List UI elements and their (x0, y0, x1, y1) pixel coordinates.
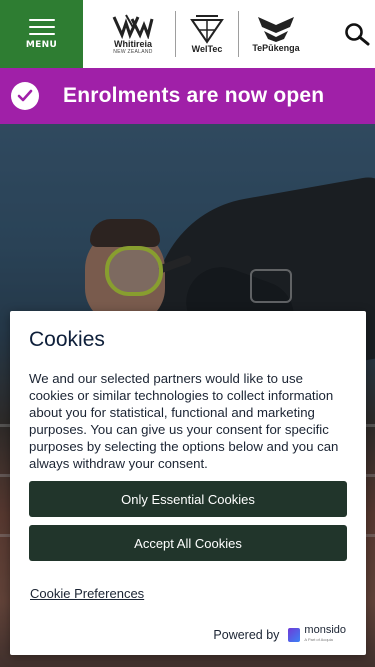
weltec-name: WelTec (191, 44, 223, 54)
weltec-logo[interactable]: WelTec (176, 5, 238, 63)
enrolments-banner[interactable]: Enrolments are now open (0, 68, 375, 124)
tepukenga-logo-icon (258, 17, 294, 42)
monsido-logo[interactable]: monsido A Part of Acquia (288, 624, 346, 644)
monsido-tag: A Part of Acquia (304, 637, 333, 642)
whitireia-logo[interactable]: Whitireia NEW ZEALAND (91, 5, 175, 63)
partner-logos: Whitireia NEW ZEALAND WelTec TePūkenga (83, 0, 339, 68)
banner-text: Enrolments are now open (63, 84, 325, 107)
cookie-body: We and our selected partners would like … (29, 371, 339, 471)
whitireia-logo-icon (112, 14, 154, 39)
powered-by: Powered by monsido A Part of Acquia (213, 624, 346, 644)
cookie-title: Cookies (29, 328, 105, 351)
whitireia-sub: NEW ZEALAND (113, 49, 153, 55)
only-essential-cookies-button[interactable]: Only Essential Cookies (29, 481, 347, 517)
whitireia-name: Whitireia (113, 39, 152, 49)
powered-by-label: Powered by (213, 628, 280, 642)
monsido-name: monsido (304, 624, 346, 636)
cookie-preferences-link[interactable]: Cookie Preferences (30, 586, 144, 601)
check-circle-icon (11, 82, 39, 110)
hamburger-icon (28, 18, 55, 35)
accept-all-cookies-button[interactable]: Accept All Cookies (29, 525, 347, 561)
search-button[interactable] (339, 0, 375, 68)
site-header: MENU Whitireia NEW ZEALAND WelTec TePūke… (0, 0, 375, 68)
cookie-dialog: Cookies We and our selected partners wou… (10, 311, 366, 655)
search-icon (345, 23, 370, 46)
weltec-logo-icon (190, 15, 224, 44)
menu-label: MENU (25, 39, 58, 50)
tepukenga-name: TePūkenga (252, 43, 300, 53)
menu-button[interactable]: MENU (0, 0, 83, 68)
monsido-icon (288, 628, 301, 642)
tepukenga-logo[interactable]: TePūkenga (239, 5, 313, 63)
